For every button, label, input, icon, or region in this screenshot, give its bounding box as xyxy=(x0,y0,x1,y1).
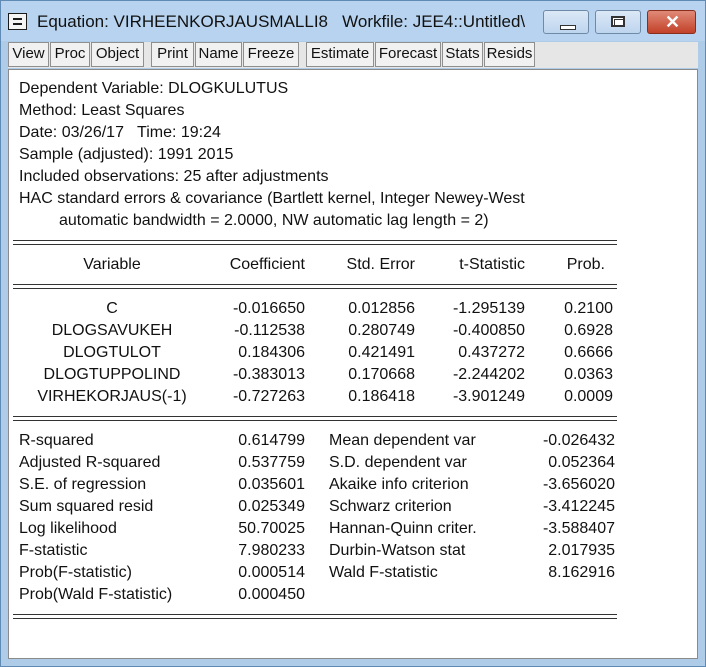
col-header-coefficient: Coefficient xyxy=(229,256,305,273)
stat-value: 0.000514 xyxy=(238,564,305,581)
stat-label: F-statistic xyxy=(19,542,88,559)
stat-label: S.D. dependent var xyxy=(329,454,467,471)
coefficient-value: -0.112538 xyxy=(234,322,305,339)
equation-toolbar: View Proc Object Print Name Freeze Estim… xyxy=(8,42,698,68)
view-button[interactable]: View xyxy=(8,42,49,67)
col-header-t-statistic: t-Statistic xyxy=(459,256,525,273)
coefficient-value: -0.727263 xyxy=(232,388,305,405)
stat-value: 7.980233 xyxy=(238,542,305,559)
col-header-std-error: Std. Error xyxy=(346,256,415,273)
rule xyxy=(13,618,617,619)
variable-name: DLOGSAVUKEH xyxy=(51,322,173,339)
prob-value: 0.6928 xyxy=(564,322,613,339)
coefficient-value: -0.016650 xyxy=(232,300,305,317)
rule xyxy=(13,244,617,245)
stat-value: 50.70025 xyxy=(238,520,305,537)
t-statistic-value: -0.400850 xyxy=(452,322,525,339)
std-error-value: 0.280749 xyxy=(348,322,415,339)
rule xyxy=(13,240,617,241)
stat-label: Sum squared resid xyxy=(19,498,154,515)
stat-label: Schwarz criterion xyxy=(329,498,452,515)
stat-label: S.E. of regression xyxy=(19,476,147,493)
window-menu-icon[interactable] xyxy=(8,13,27,30)
stat-value: -0.026432 xyxy=(542,432,615,449)
stat-label: Durbin-Watson stat xyxy=(329,542,466,559)
output-pane: Dependent Variable: DLOGKULUTUS Method: … xyxy=(8,69,698,659)
stat-label: Wald F-statistic xyxy=(329,564,438,581)
t-statistic-value: 0.437272 xyxy=(458,344,525,361)
stat-value: 2.017935 xyxy=(548,542,615,559)
object-button[interactable]: Object xyxy=(91,42,144,67)
name-button[interactable]: Name xyxy=(195,42,242,67)
proc-button[interactable]: Proc xyxy=(50,42,90,67)
coefficient-value: -0.383013 xyxy=(232,366,305,383)
col-header-prob: Prob. xyxy=(566,256,605,273)
estimate-button[interactable]: Estimate xyxy=(306,42,374,67)
rule xyxy=(13,284,617,285)
stat-label: Mean dependent var xyxy=(329,432,476,449)
col-header-variable: Variable xyxy=(83,256,141,273)
stat-value: 0.035601 xyxy=(238,476,305,493)
close-icon: ✕ xyxy=(664,12,681,32)
stats-button[interactable]: Stats xyxy=(442,42,483,67)
rule xyxy=(13,416,617,417)
hac-line: HAC standard errors & covariance (Bartle… xyxy=(19,190,525,207)
prob-value: 0.0363 xyxy=(564,366,613,383)
date-line: Date: 03/26/17 Time: 19:24 xyxy=(19,124,221,141)
stat-value: 0.052364 xyxy=(548,454,615,471)
coefficient-value: 0.184306 xyxy=(238,344,305,361)
stat-value: 0.000450 xyxy=(238,586,305,603)
stat-label: Prob(Wald F-statistic) xyxy=(19,586,173,603)
stat-label: R-squared xyxy=(19,432,94,449)
stat-label: Hannan-Quinn criter. xyxy=(329,520,477,537)
prob-value: 0.2100 xyxy=(564,300,613,317)
sample-line: Sample (adjusted): 1991 2015 xyxy=(19,146,234,163)
stat-value: 0.614799 xyxy=(238,432,305,449)
dependent-variable-line: Dependent Variable: DLOGKULUTUS xyxy=(19,80,289,97)
method-line: Method: Least Squares xyxy=(19,102,185,119)
stat-value: -3.588407 xyxy=(542,520,615,537)
prob-value: 0.0009 xyxy=(564,388,613,405)
variable-name: DLOGTULOT xyxy=(63,344,161,361)
stat-value: -3.412245 xyxy=(542,498,615,515)
variable-name: C xyxy=(106,300,118,317)
stat-value: 0.537759 xyxy=(238,454,305,471)
stat-value: 8.162916 xyxy=(548,564,615,581)
minimize-button[interactable] xyxy=(543,10,589,34)
t-statistic-value: -2.244202 xyxy=(452,366,525,383)
stat-label: Akaike info criterion xyxy=(329,476,469,493)
maximize-button[interactable] xyxy=(595,10,641,34)
window-title: Equation: VIRHEENKORJAUSMALLI8 Workfile:… xyxy=(37,12,526,31)
close-button[interactable]: ✕ xyxy=(647,10,696,34)
stat-label: Log likelihood xyxy=(19,520,117,537)
bandwidth-line: automatic bandwidth = 2.0000, NW automat… xyxy=(59,212,489,229)
rule xyxy=(13,420,617,421)
print-button[interactable]: Print xyxy=(151,42,194,67)
forecast-button[interactable]: Forecast xyxy=(375,42,441,67)
stat-value: 0.025349 xyxy=(238,498,305,515)
stat-label: Prob(F-statistic) xyxy=(19,564,132,581)
std-error-value: 0.012856 xyxy=(348,300,415,317)
observations-line: Included observations: 25 after adjustme… xyxy=(19,168,329,185)
t-statistic-value: -1.295139 xyxy=(452,300,525,317)
stat-label: Adjusted R-squared xyxy=(19,454,161,471)
title-bar[interactable]: Equation: VIRHEENKORJAUSMALLI8 Workfile:… xyxy=(1,1,705,41)
maximize-icon xyxy=(611,16,625,27)
equation-window: Equation: VIRHEENKORJAUSMALLI8 Workfile:… xyxy=(0,0,706,667)
t-statistic-value: -3.901249 xyxy=(452,388,525,405)
std-error-value: 0.186418 xyxy=(348,388,415,405)
stat-value: -3.656020 xyxy=(542,476,615,493)
minimize-icon xyxy=(560,25,576,30)
std-error-value: 0.170668 xyxy=(348,366,415,383)
variable-name: VIRHEKORJAUS(-1) xyxy=(37,388,187,405)
variable-name: DLOGTUPPOLIND xyxy=(43,366,181,383)
rule xyxy=(13,288,617,289)
std-error-value: 0.421491 xyxy=(348,344,415,361)
resids-button[interactable]: Resids xyxy=(484,42,535,67)
rule xyxy=(13,614,617,615)
freeze-button[interactable]: Freeze xyxy=(243,42,299,67)
prob-value: 0.6666 xyxy=(564,344,613,361)
